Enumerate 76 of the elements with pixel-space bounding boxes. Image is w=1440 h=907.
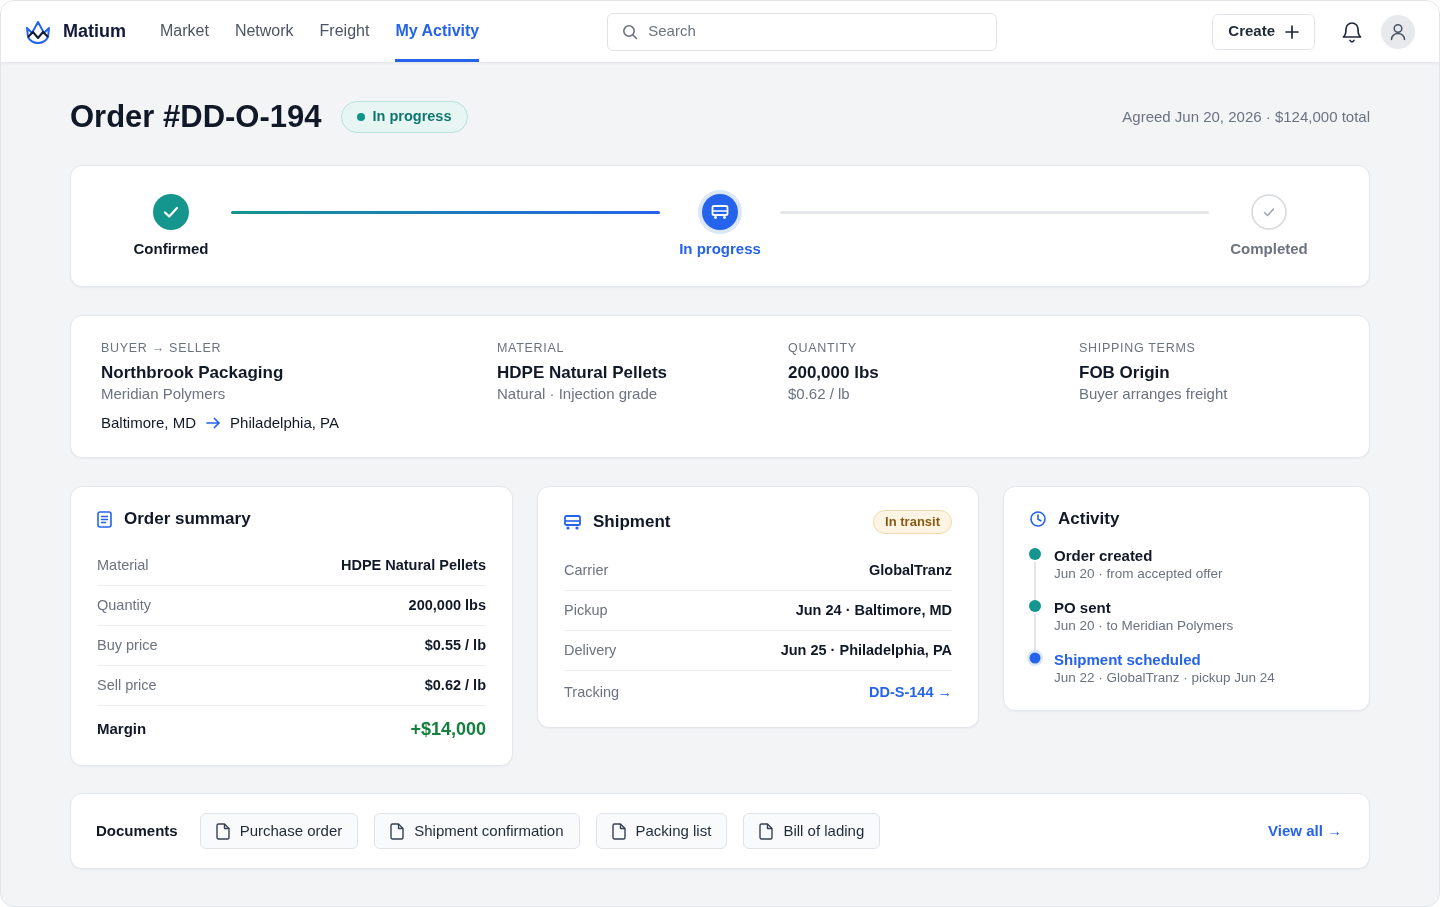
create-button[interactable]: Create [1212,13,1315,50]
step-label: Completed [1230,239,1308,259]
document-button[interactable]: Purchase order [199,813,359,849]
row-label: Pickup [564,600,608,620]
field-heading: BUYER → SELLER [101,340,222,356]
file-icon [759,822,774,840]
row-label: Material [97,555,149,575]
field-subtext: Buyer arranges freight [1079,384,1228,404]
row-label: Buy price [97,635,158,655]
step-label: Confirmed [133,239,209,259]
row-label: Sell price [97,675,157,695]
field-value: FOB Origin [1079,362,1170,384]
document-button[interactable]: Bill of lading [743,813,881,849]
event-detail: Jun 22 · GlobalTranz · pickup Jun 24 [1054,669,1275,687]
search-icon [622,23,639,40]
field-value: Northbrook Packaging [101,362,284,384]
row-value: GlobalTranz [869,560,952,580]
document-button[interactable]: Shipment confirmation [374,813,580,849]
event-title: Order created [1054,547,1153,565]
event-detail: Jun 20 · to Meridian Polymers [1054,617,1234,635]
card-title: Shipment [593,511,671,533]
order-title: Order #DD-O-194 [70,99,322,135]
field-value: HDPE Natural Pellets [497,362,668,384]
card-title: Order summary [124,508,251,530]
clock-icon [1030,511,1046,527]
status-badge: In progress [340,101,468,133]
bell-icon[interactable] [1341,20,1363,43]
row-value: 200,000 lbs [408,595,486,615]
row-value: Jun 25 · Philadelphia, PA [780,640,952,660]
field-subtext: Meridian Polymers [101,384,226,404]
view-all-link[interactable]: View all → [1268,819,1342,843]
status-dot-icon [356,113,365,121]
field-subtext: $0.62 / lb [788,384,850,404]
status-badge: In transit [873,510,952,534]
section-label: Documents [96,820,178,841]
row-value: $0.62 / lb [424,675,486,695]
search-input[interactable]: Search [648,20,979,43]
total-label: Margin [97,718,147,739]
row-value: $0.55 / lb [424,635,486,655]
nav-tab[interactable]: My Activity [395,1,480,62]
brand-name[interactable]: Matium [63,18,126,45]
document-icon [97,510,112,528]
row-label: Quantity [97,595,151,615]
field-heading: SHIPPING TERMS [1079,340,1196,356]
logo-icon[interactable] [25,18,51,45]
row-label: Carrier [564,560,609,580]
avatar-icon[interactable] [1381,14,1415,49]
search-field[interactable]: Search [607,12,998,51]
route-destination: Philadelphia, PA [230,413,339,433]
file-icon [215,822,230,840]
nav-tab[interactable]: Market [160,1,209,62]
cart-icon [564,514,581,530]
field-value: 200,000 lbs [788,362,879,384]
event-detail: Jun 20 · from accepted offer [1054,565,1223,583]
route-origin: Baltimore, MD [101,413,197,433]
card-title: Activity [1058,508,1120,530]
row-label: Tracking [564,683,620,703]
total-value: +$14,000 [410,717,486,741]
plus-icon [1285,24,1299,39]
event-title: Shipment scheduled [1054,651,1201,669]
event-title: PO sent [1054,599,1111,617]
field-heading: MATERIAL [497,340,565,356]
nav-tab[interactable]: Network [234,1,294,62]
nav-tab[interactable]: Freight [319,1,370,62]
field-subtext: Natural · Injection grade [497,384,658,404]
arrow-right-icon [206,416,221,430]
step-label: In progress [679,239,761,259]
tracking-link[interactable]: DD-S-144 → [869,682,952,704]
order-meta: Agreed Jun 20, 2026 · $124,000 total [1122,106,1370,127]
file-icon [611,822,626,840]
field-heading: QUANTITY [788,340,857,356]
document-button[interactable]: Packing list [595,813,728,849]
file-icon [390,822,405,840]
row-value: Jun 24 · Baltimore, MD [795,600,952,620]
row-label: Delivery [564,640,617,660]
row-value: HDPE Natural Pellets [340,555,486,575]
